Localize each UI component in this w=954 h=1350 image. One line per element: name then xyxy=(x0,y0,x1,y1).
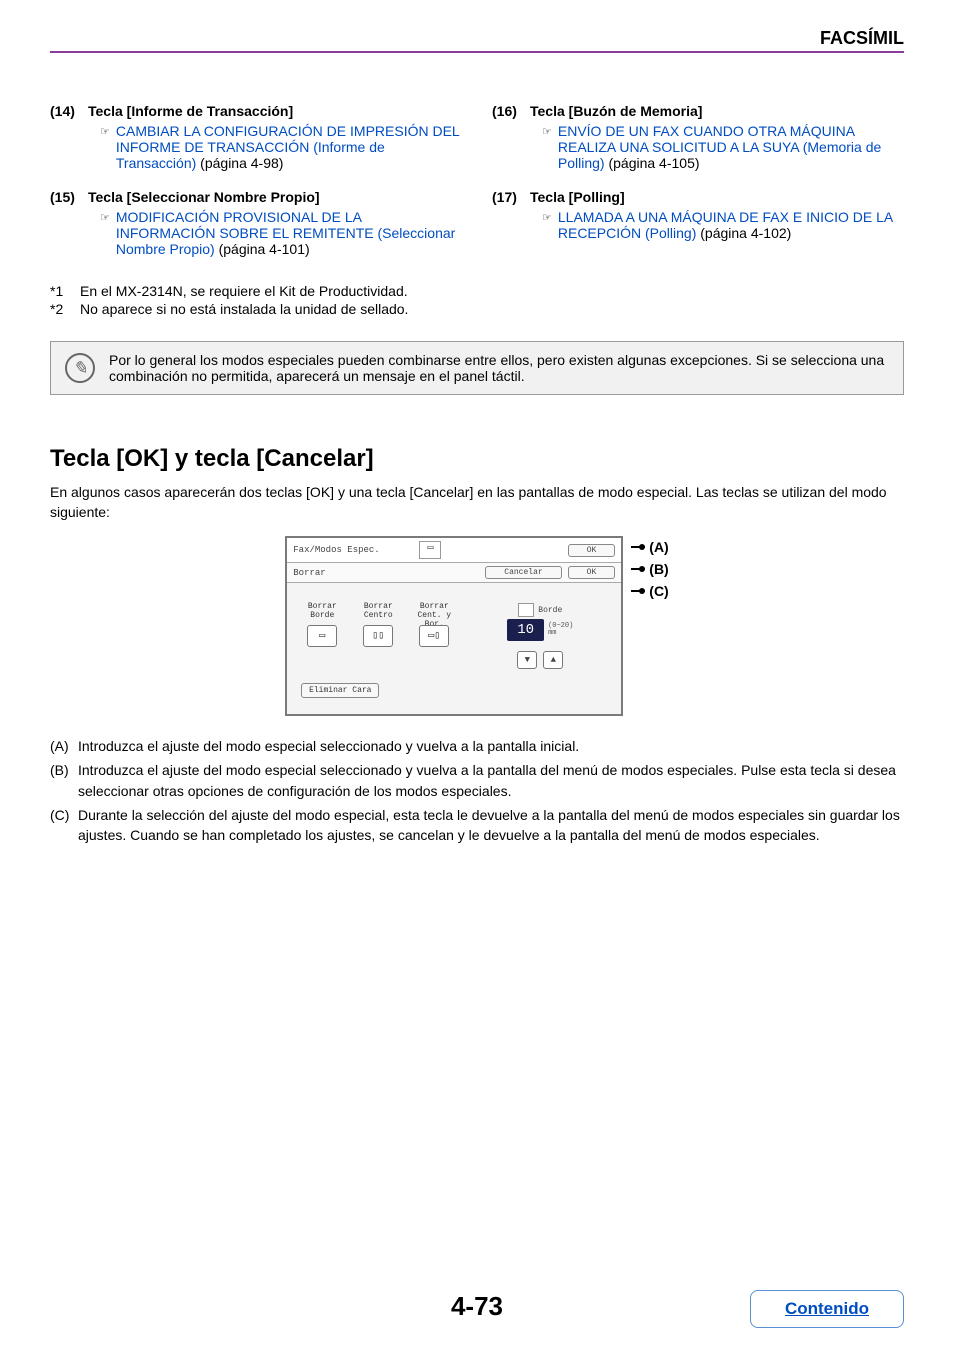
panel-row-2: Borrar Cancelar OK xyxy=(287,563,621,583)
item-title: Tecla [Informe de Transacción] xyxy=(88,103,293,119)
opt-label: Borrar xyxy=(364,602,393,611)
value-label: Borde xyxy=(538,606,562,615)
erase-edge-option: BorrarBorde ▭ xyxy=(297,603,347,669)
ok-button-a[interactable]: OK xyxy=(568,544,616,557)
footnote-text: En el MX-2314N, se requiere el Kit de Pr… xyxy=(80,283,408,299)
item-link-row: ☞ CAMBIAR LA CONFIGURACIÓN DE IMPRESIÓN … xyxy=(100,123,462,171)
item-number: (14) xyxy=(50,103,88,119)
cancel-button[interactable]: Cancelar xyxy=(485,566,561,579)
erase-options: BorrarBorde ▭ BorrarCentro ▯▯ BorrarCent… xyxy=(297,603,459,669)
edge-icon[interactable]: ▭ xyxy=(307,625,337,647)
pointer-icon: ☞ xyxy=(542,125,552,138)
panel-breadcrumb: Fax/Modos Espec. xyxy=(293,545,419,555)
edge-center-icon[interactable]: ▭▯ xyxy=(419,625,449,647)
pointer-icon: ☞ xyxy=(100,125,110,138)
callout-a: (A) xyxy=(649,539,668,555)
section-intro: En algunos casos aparecerán dos teclas [… xyxy=(50,483,904,522)
opt-label: Borde xyxy=(310,611,334,620)
opt-label: Borrar xyxy=(420,602,449,611)
measure-icon xyxy=(518,603,534,617)
page-number: 4-73 xyxy=(451,1291,503,1321)
touch-panel: Fax/Modos Espec. ▭ OK Borrar Cancelar OK… xyxy=(285,536,623,716)
footnote-text: No aparece si no está instalada la unida… xyxy=(80,301,408,317)
left-column: (14) Tecla [Informe de Transacción] ☞ CA… xyxy=(50,103,462,319)
page-suffix: (página 4-105) xyxy=(605,155,700,171)
header-rule xyxy=(50,51,904,53)
erase-edge-center-option: BorrarCent. y Bor. ▭▯ xyxy=(409,603,459,669)
callout-c: (C) xyxy=(649,583,668,599)
panel-row-1: Fax/Modos Espec. ▭ OK xyxy=(287,538,621,563)
erase-center-option: BorrarCentro ▯▯ xyxy=(353,603,403,669)
item-number: (15) xyxy=(50,189,88,205)
info-note-box: ✎ Por lo general los modos especiales pu… xyxy=(50,341,904,395)
opt-label: Borrar xyxy=(308,602,337,611)
decrement-button[interactable]: ▼ xyxy=(517,651,537,669)
abc-label: (C) xyxy=(50,805,78,846)
item-link-row: ☞ ENVÍO DE UN FAX CUANDO OTRA MÁQUINA RE… xyxy=(542,123,904,171)
abc-text: Introduzca el ajuste del modo especial s… xyxy=(78,760,904,801)
header-title: FACSÍMIL xyxy=(50,28,904,51)
abc-label: (B) xyxy=(50,760,78,801)
panel-figure: Fax/Modos Espec. ▭ OK Borrar Cancelar OK… xyxy=(50,536,904,716)
items-columns: (14) Tecla [Informe de Transacción] ☞ CA… xyxy=(50,103,904,319)
item-title: Tecla [Polling] xyxy=(530,189,625,205)
list-item: (17) Tecla [Polling] xyxy=(492,189,904,205)
abc-label: (A) xyxy=(50,736,78,756)
item-number: (17) xyxy=(492,189,530,205)
footnote: *1 En el MX-2314N, se requiere el Kit de… xyxy=(50,283,462,299)
page-suffix: (página 4-101) xyxy=(215,241,310,257)
info-note-text: Por lo general los modos especiales pued… xyxy=(109,352,889,384)
page-suffix: (página 4-98) xyxy=(196,155,283,171)
erase-face-button[interactable]: Eliminar Cara xyxy=(301,683,379,698)
item-link-row: ☞ LLAMADA A UNA MÁQUINA DE FAX E INICIO … xyxy=(542,209,904,241)
value-display: 10 xyxy=(507,619,544,641)
ok-button-b[interactable]: OK xyxy=(568,566,616,579)
value-area: Borde 10 (0~20) mm ▼ ▲ xyxy=(469,603,611,669)
callout-b: (B) xyxy=(649,561,668,577)
value-unit: mm xyxy=(548,630,573,637)
footnote: *2 No aparece si no está instalada la un… xyxy=(50,301,462,317)
opt-label: Centro xyxy=(364,611,393,620)
item-title: Tecla [Seleccionar Nombre Propio] xyxy=(88,189,320,205)
footnote-num: *2 xyxy=(50,301,80,317)
panel-body: BorrarBorde ▭ BorrarCentro ▯▯ BorrarCent… xyxy=(287,583,621,675)
callout-descriptions: (A)Introduzca el ajuste del modo especia… xyxy=(50,736,904,845)
footnote-num: *1 xyxy=(50,283,80,299)
pointer-icon: ☞ xyxy=(542,211,552,224)
panel-subtitle: Borrar xyxy=(293,568,485,578)
item-number: (16) xyxy=(492,103,530,119)
note-icon: ✎ xyxy=(65,353,95,383)
increment-button[interactable]: ▲ xyxy=(543,651,563,669)
cross-ref-link[interactable]: CAMBIAR LA CONFIGURACIÓN DE IMPRESIÓN DE… xyxy=(116,123,459,171)
doc-icon: ▭ xyxy=(419,541,441,559)
contents-button[interactable]: Contenido xyxy=(750,1290,904,1328)
abc-text: Durante la selección del ajuste del modo… xyxy=(78,805,904,846)
page-suffix: (página 4-102) xyxy=(696,225,791,241)
item-title: Tecla [Buzón de Memoria] xyxy=(530,103,702,119)
footnotes: *1 En el MX-2314N, se requiere el Kit de… xyxy=(50,283,462,317)
list-item: (15) Tecla [Seleccionar Nombre Propio] xyxy=(50,189,462,205)
section-heading: Tecla [OK] y tecla [Cancelar] xyxy=(50,445,904,473)
right-column: (16) Tecla [Buzón de Memoria] ☞ ENVÍO DE… xyxy=(492,103,904,319)
list-item: (14) Tecla [Informe de Transacción] xyxy=(50,103,462,119)
callouts: (A) (B) (C) xyxy=(631,536,668,602)
pointer-icon: ☞ xyxy=(100,211,110,224)
abc-text: Introduzca el ajuste del modo especial s… xyxy=(78,736,579,756)
item-link-row: ☞ MODIFICACIÓN PROVISIONAL DE LA INFORMA… xyxy=(100,209,462,257)
center-icon[interactable]: ▯▯ xyxy=(363,625,393,647)
list-item: (16) Tecla [Buzón de Memoria] xyxy=(492,103,904,119)
